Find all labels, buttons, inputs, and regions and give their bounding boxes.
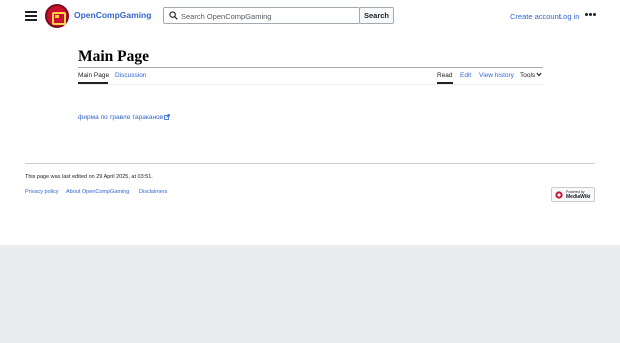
page-title: Main Page bbox=[78, 48, 150, 65]
footer-divider bbox=[25, 163, 595, 164]
hamburger-icon-bar bbox=[25, 11, 37, 13]
last-edited-info: This page was last edited on 29 April 20… bbox=[25, 174, 153, 180]
tools-menu-button[interactable]: Tools bbox=[520, 72, 542, 79]
dot bbox=[589, 13, 592, 16]
mediawiki-logo-icon bbox=[555, 191, 563, 199]
main-menu-button[interactable] bbox=[25, 11, 37, 21]
privacy-policy-link[interactable]: Privacy policy bbox=[25, 189, 59, 195]
search-input[interactable] bbox=[181, 10, 357, 22]
powered-by-mediawiki-badge[interactable]: Powered by MediaWiki bbox=[551, 187, 595, 202]
search-icon bbox=[169, 11, 178, 20]
content-external-link[interactable]: фирма по травле тараканов bbox=[78, 114, 171, 121]
tab-main-page[interactable]: Main Page bbox=[78, 72, 109, 79]
tab-view-history[interactable]: View history bbox=[479, 72, 514, 79]
search-button[interactable]: Search bbox=[359, 7, 394, 24]
search-box[interactable] bbox=[163, 7, 360, 24]
dot bbox=[593, 13, 596, 16]
more-options-icon[interactable] bbox=[585, 13, 596, 17]
hamburger-icon-bar bbox=[25, 19, 37, 21]
site-logo-icon[interactable] bbox=[45, 4, 69, 28]
mediawiki-text: MediaWiki bbox=[566, 194, 591, 200]
dot bbox=[585, 13, 588, 16]
disclaimers-link[interactable]: Disclaimers bbox=[139, 189, 167, 195]
about-link[interactable]: About OpenCompGaming bbox=[66, 189, 129, 195]
hamburger-icon-bar bbox=[25, 15, 37, 17]
site-name-link[interactable]: OpenCompGaming bbox=[74, 10, 151, 20]
tab-edit[interactable]: Edit bbox=[460, 72, 471, 79]
tab-discussion[interactable]: Discussion bbox=[115, 72, 146, 79]
title-divider bbox=[78, 67, 543, 68]
tools-label: Tools bbox=[520, 72, 536, 79]
external-link-icon bbox=[164, 114, 171, 120]
create-account-link[interactable]: Create account bbox=[510, 12, 561, 21]
page-body: OpenCompGaming Search Create account Log… bbox=[0, 0, 620, 245]
login-link[interactable]: Log in bbox=[559, 12, 579, 21]
content-link-text: фирма по травле тараканов bbox=[78, 114, 164, 121]
tabs-divider bbox=[78, 84, 543, 85]
tab-read[interactable]: Read bbox=[437, 72, 453, 79]
chevron-down-icon bbox=[536, 72, 542, 77]
